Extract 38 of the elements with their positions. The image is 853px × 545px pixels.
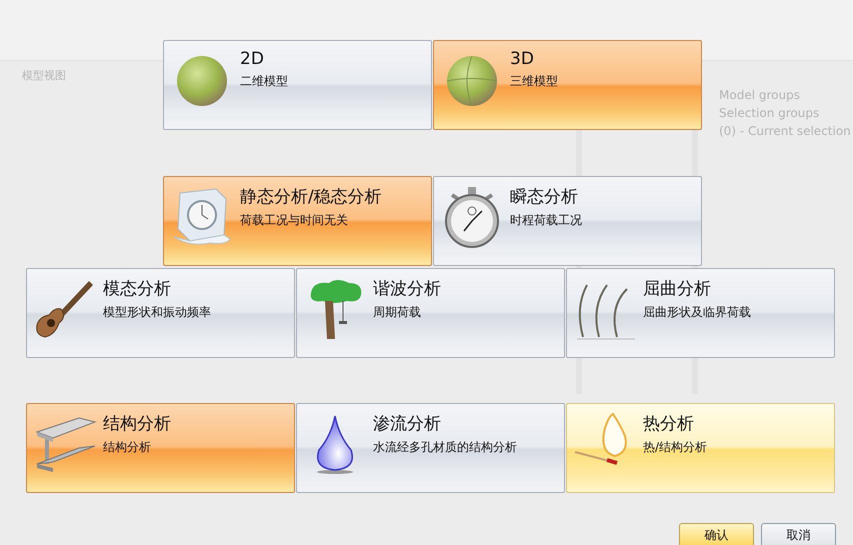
analysis-option[interactable]: 模态分析 模型形状和振动频率 — [26, 268, 295, 358]
view-title: 模型视图 — [22, 68, 66, 83]
option-title: 谐波分析 — [373, 278, 441, 300]
tree-item: Model groups — [719, 88, 801, 102]
option-description: 热/结构分析 — [643, 439, 708, 456]
globe-icon — [445, 54, 499, 108]
sphere-icon — [175, 54, 229, 108]
analysis-option[interactable]: 谐波分析 周期荷载 — [296, 268, 565, 358]
option-title: 屈曲分析 — [643, 278, 712, 300]
analysis-option[interactable]: 静态分析/稳态分析 荷载工况与时间无关 — [163, 176, 432, 266]
option-description: 屈曲形状及临界荷载 — [643, 304, 751, 321]
dialog-button[interactable]: 确认 — [679, 523, 754, 545]
option-title: 3D — [510, 49, 535, 69]
option-description: 二维模型 — [240, 73, 288, 90]
option-description: 周期荷载 — [373, 304, 422, 321]
option-title: 渗流分析 — [373, 413, 442, 435]
tree-item: Selection groups — [719, 106, 820, 120]
option-description: 时程荷载工况 — [510, 212, 582, 229]
option-title: 瞬态分析 — [510, 186, 579, 208]
analysis-option[interactable]: 热分析 热/结构分析 — [566, 403, 835, 493]
dialog-button[interactable]: 取消 — [761, 523, 836, 545]
option-description: 三维模型 — [510, 73, 558, 90]
option-description: 水流经多孔材质的结构分析 — [373, 439, 517, 456]
analysis-option[interactable]: 结构分析 结构分析 — [26, 403, 295, 493]
analysis-option[interactable]: 瞬态分析 时程荷载工况 — [433, 176, 702, 266]
option-description: 模型形状和振动频率 — [103, 304, 211, 321]
option-title: 2D — [240, 49, 265, 69]
analysis-option[interactable]: 渗流分析 水流经多孔材质的结构分析 — [296, 403, 565, 493]
analysis-option[interactable]: 3D 三维模型 — [433, 40, 702, 130]
analysis-option[interactable]: 屈曲分析 屈曲形状及临界荷载 — [566, 268, 835, 358]
option-title: 静态分析/稳态分析 — [240, 186, 382, 208]
analysis-option[interactable]: 2D 二维模型 — [163, 40, 432, 130]
option-title: 结构分析 — [103, 413, 171, 435]
tree-item: (0) - Current selection — [719, 124, 851, 138]
option-description: 结构分析 — [103, 439, 152, 456]
option-description: 荷载工况与时间无关 — [240, 212, 349, 229]
option-title: 模态分析 — [103, 278, 172, 300]
option-title: 热分析 — [643, 413, 695, 435]
